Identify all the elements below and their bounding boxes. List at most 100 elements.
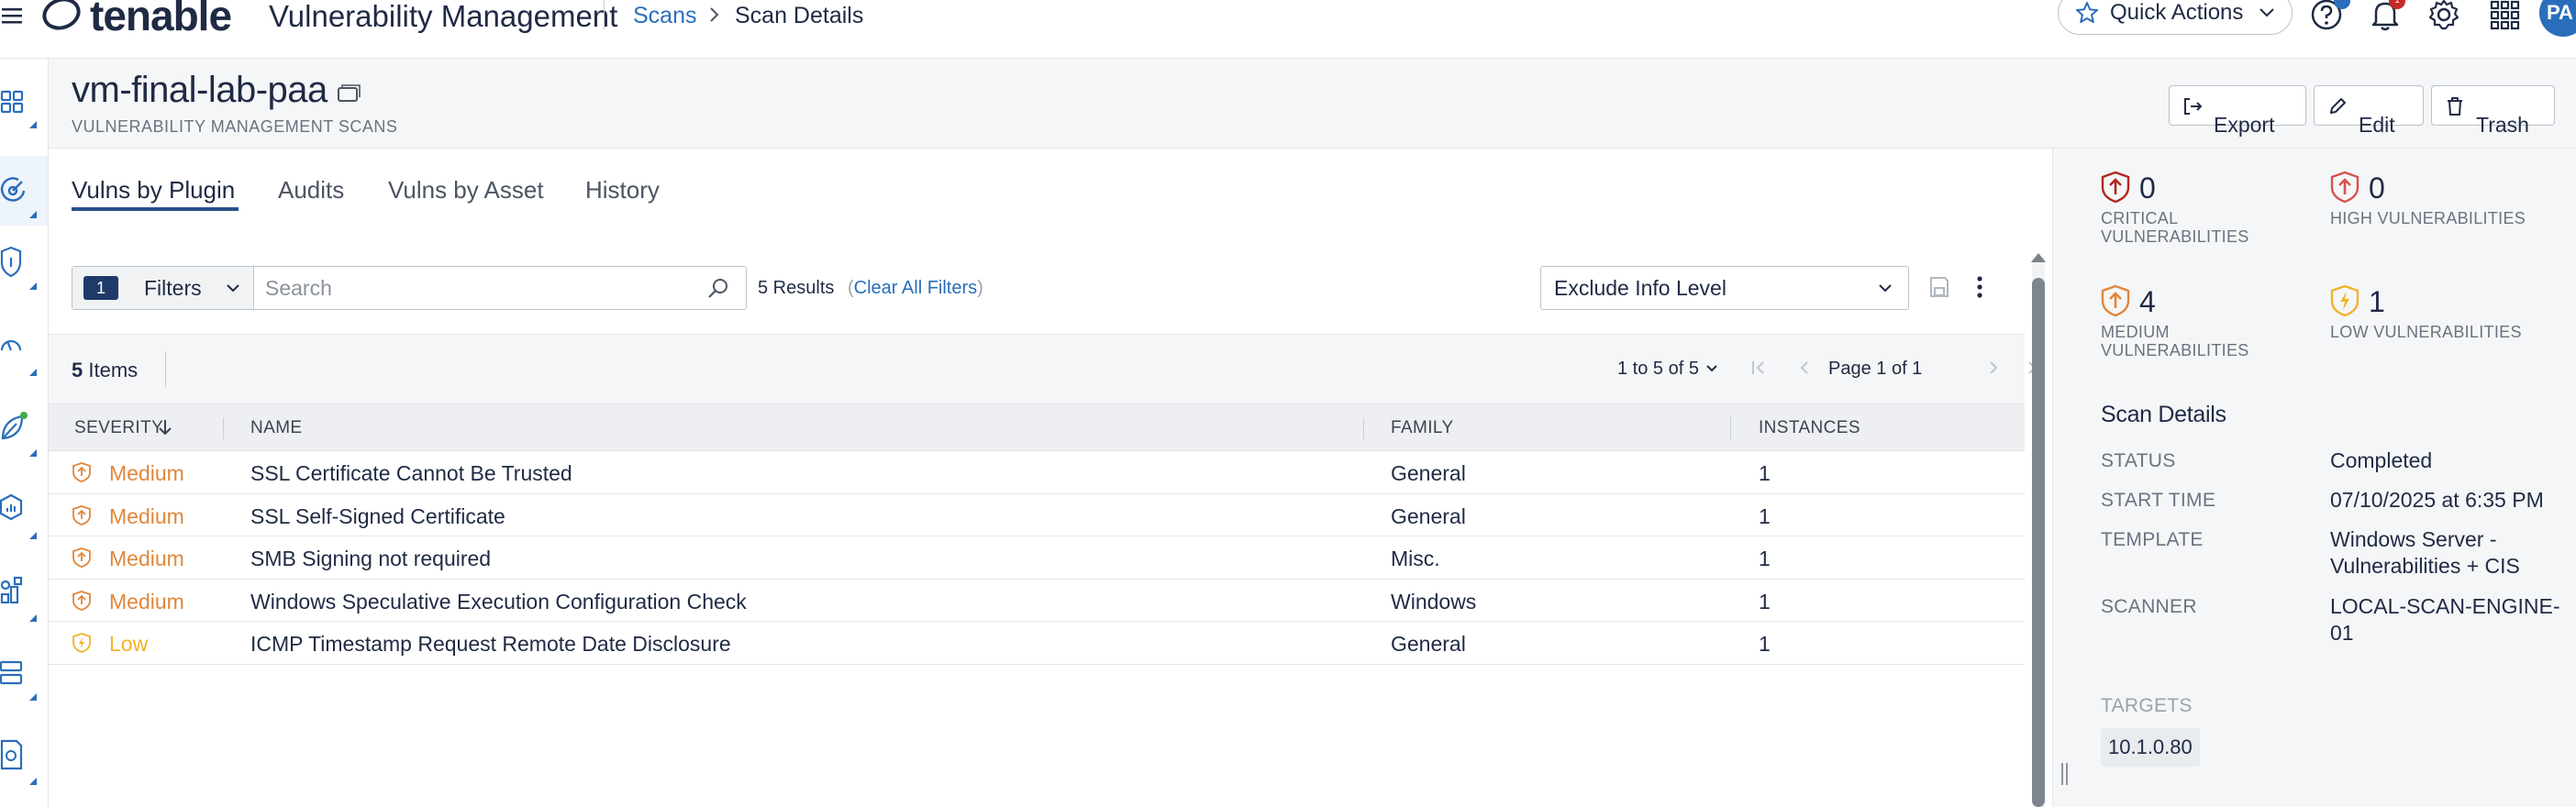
- scanner-value: LOCAL-SCAN-ENGINE-01: [2330, 594, 2560, 645]
- trash-button[interactable]: Trash: [2431, 85, 2555, 137]
- table-row[interactable]: Medium SSL Self-Signed Certificate Gener…: [49, 493, 2025, 536]
- instances-cell: 1: [1759, 503, 1771, 528]
- leaf-icon[interactable]: [0, 411, 28, 444]
- edit-button[interactable]: Edit: [2314, 85, 2424, 137]
- items-count: 5 Items: [72, 359, 138, 382]
- medium-severity-icon: [72, 504, 91, 525]
- clear-all-filters-link[interactable]: Clear All Filters: [854, 278, 977, 298]
- high-count: 0: [2369, 171, 2385, 205]
- chevron-down-icon: [227, 284, 239, 293]
- low-severity-icon: [2330, 284, 2359, 317]
- scans-icon[interactable]: [0, 172, 28, 205]
- column-header-name[interactable]: NAME: [250, 418, 303, 438]
- exclude-info-value: Exclude Info Level: [1554, 276, 1727, 300]
- gear-icon[interactable]: [2426, 0, 2462, 33]
- tab-audits[interactable]: Audits: [278, 174, 344, 205]
- start-time-label: START TIME: [2101, 490, 2216, 511]
- edit-label: Edit: [2359, 113, 2395, 137]
- sort-arrow-down-icon[interactable]: [157, 416, 173, 438]
- quick-actions-label: Quick Actions: [2110, 0, 2244, 25]
- status-value: Completed: [2330, 448, 2433, 472]
- low-label: LOW VULNERABILITIES: [2330, 323, 2522, 341]
- name-cell: SSL Self-Signed Certificate: [250, 503, 505, 528]
- items-count-number: 5: [72, 359, 83, 381]
- low-severity-icon: [72, 633, 91, 653]
- table-row[interactable]: Medium Windows Speculative Execution Con…: [49, 579, 2025, 622]
- first-page-icon[interactable]: [1749, 359, 1768, 377]
- clear-filters-wrapper: (Clear All Filters): [848, 278, 983, 298]
- hexagon-chart-icon[interactable]: [0, 493, 28, 526]
- filter-search-group: 1 Filters: [72, 266, 747, 310]
- tab-vulns-by-plugin[interactable]: Vulns by Plugin: [72, 174, 235, 205]
- breadcrumb-scans-link[interactable]: Scans: [633, 2, 696, 29]
- table-row[interactable]: Medium SMB Signing not required Misc. 1: [49, 536, 2025, 580]
- dashboard-icon[interactable]: [0, 84, 28, 117]
- template-label: TEMPLATE: [2101, 529, 2204, 550]
- report-icon[interactable]: [0, 739, 28, 772]
- scan-details-heading: Scan Details: [2101, 402, 2226, 427]
- logo-wordmark[interactable]: tenable: [90, 0, 232, 37]
- results-count: 5 Results: [758, 278, 835, 298]
- page-header: vm-final-lab-paa VULNERABILITY MANAGEMEN…: [49, 59, 2576, 149]
- top-bar: tenable Vulnerability Management Scans S…: [0, 0, 2576, 59]
- chevron-right-icon: [710, 7, 719, 22]
- medium-severity-icon: [2101, 284, 2130, 317]
- shield-icon[interactable]: [0, 246, 28, 279]
- column-header-family[interactable]: FAMILY: [1391, 418, 1454, 438]
- rail-expand-marker: [29, 449, 37, 457]
- user-avatar[interactable]: PA: [2539, 0, 2576, 37]
- rail-expand-marker: [29, 532, 37, 539]
- list-panel-icon[interactable]: [0, 657, 28, 690]
- star-icon: [2076, 2, 2098, 23]
- save-icon[interactable]: [1928, 275, 1950, 299]
- table-row[interactable]: Medium SSL Certificate Cannot Be Trusted…: [49, 451, 2025, 494]
- severity-cell: Medium: [109, 503, 184, 528]
- search-input[interactable]: [265, 272, 687, 304]
- filters-dropdown[interactable]: 1 Filters: [72, 267, 254, 309]
- export-label: Export: [2214, 113, 2275, 137]
- high-severity-icon: [2330, 171, 2359, 204]
- more-vertical-icon[interactable]: [1972, 273, 1987, 301]
- table-row[interactable]: Low ICMP Timestamp Request Remote Date D…: [49, 622, 2025, 665]
- column-header-instances[interactable]: INSTANCES: [1759, 418, 1860, 438]
- medium-count: 4: [2139, 285, 2156, 318]
- page-indicator: Page 1 of 1: [1828, 359, 1923, 379]
- instances-cell: 1: [1759, 589, 1771, 614]
- prev-page-icon[interactable]: [1795, 359, 1814, 377]
- left-nav-rail: [0, 59, 49, 807]
- app-grid-icon[interactable]: [2486, 0, 2523, 33]
- column-resize-handle[interactable]: [1363, 417, 1364, 439]
- column-header-severity[interactable]: SEVERITY: [74, 418, 163, 438]
- scroll-up-arrow-icon[interactable]: [2031, 253, 2046, 262]
- tab-vulns-by-asset[interactable]: Vulns by Asset: [388, 174, 544, 205]
- rail-expand-marker: [29, 211, 37, 218]
- range-selector[interactable]: 1 to 5 of 5: [1617, 359, 1699, 380]
- family-cell: General: [1391, 503, 1466, 528]
- family-cell: General: [1391, 461, 1466, 485]
- severity-cell: Medium: [109, 589, 184, 614]
- severity-cell: Low: [109, 632, 149, 656]
- trash-icon: [2448, 97, 2462, 116]
- family-cell: Misc.: [1391, 547, 1440, 570]
- critical-count: 0: [2139, 171, 2156, 205]
- analytics-icon[interactable]: [0, 576, 28, 609]
- gauge-icon[interactable]: [0, 328, 28, 361]
- tab-history[interactable]: History: [585, 174, 660, 205]
- scanner-label: SCANNER: [2101, 596, 2197, 617]
- exclude-info-select[interactable]: Exclude Info Level: [1540, 266, 1909, 310]
- next-page-icon[interactable]: [1984, 359, 2003, 377]
- items-count-label: Items: [88, 359, 139, 381]
- column-resize-handle[interactable]: [223, 417, 224, 439]
- trash-label: Trash: [2476, 113, 2529, 137]
- copy-icon[interactable]: [335, 84, 361, 105]
- quick-actions-button[interactable]: Quick Actions: [2058, 0, 2293, 35]
- export-icon: [2184, 98, 2203, 115]
- hamburger-menu-icon[interactable]: [2, 6, 22, 26]
- export-button[interactable]: Export: [2169, 85, 2306, 137]
- panel-resize-handle[interactable]: [2060, 761, 2070, 787]
- vertical-scrollbar-thumb[interactable]: [2032, 278, 2045, 807]
- rail-expand-marker: [29, 282, 37, 290]
- name-cell: SMB Signing not required: [250, 547, 492, 570]
- search-icon[interactable]: [707, 277, 729, 299]
- column-resize-handle[interactable]: [1730, 417, 1731, 439]
